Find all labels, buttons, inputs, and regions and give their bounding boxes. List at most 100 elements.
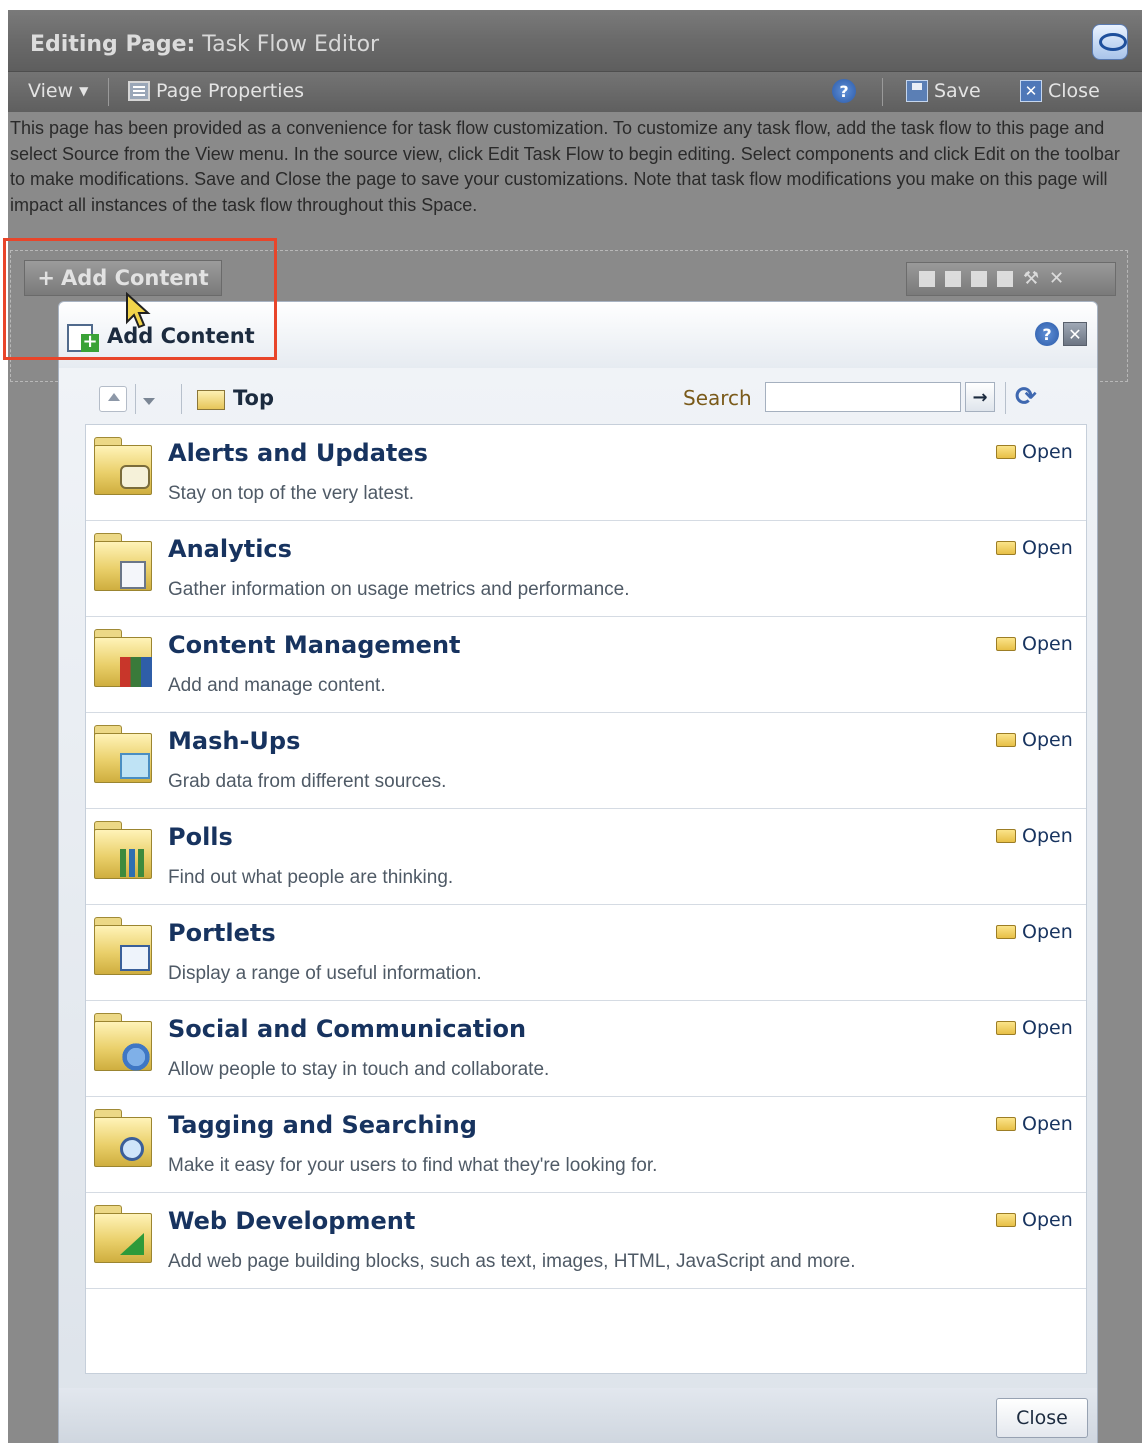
breadcrumb[interactable]: Top — [233, 386, 274, 410]
toolbar-divider — [135, 384, 136, 414]
layout-right-column-icon[interactable] — [997, 271, 1013, 287]
open-label: Open — [1022, 729, 1073, 751]
list-item: Portlets Display a range of useful infor… — [86, 905, 1086, 1001]
social-folder-icon — [94, 1013, 156, 1073]
open-link[interactable]: Open — [996, 441, 1073, 463]
open-folder-icon — [996, 637, 1016, 651]
help-button[interactable]: ? — [832, 79, 856, 103]
add-content-dialog: Add Content ? ✕ Top Search → ⟳ Alerts an… — [58, 301, 1098, 1443]
open-link[interactable]: Open — [996, 825, 1073, 847]
open-link[interactable]: Open — [996, 1017, 1073, 1039]
item-title[interactable]: Analytics — [168, 535, 292, 563]
list-item: Tagging and Searching Make it easy for y… — [86, 1097, 1086, 1193]
list-item: Analytics Gather information on usage me… — [86, 521, 1086, 617]
portlets-folder-icon — [94, 917, 156, 977]
item-title[interactable]: Mash-Ups — [168, 727, 300, 755]
item-description: Stay on top of the very latest. — [168, 483, 415, 504]
open-label: Open — [1022, 921, 1073, 943]
open-folder-icon — [996, 1117, 1016, 1131]
search-go-button[interactable]: → — [965, 382, 995, 412]
open-label: Open — [1022, 537, 1073, 559]
open-link[interactable]: Open — [996, 1209, 1073, 1231]
toolbar-divider — [1005, 382, 1006, 414]
open-link[interactable]: Open — [996, 921, 1073, 943]
up-folder-icon[interactable] — [99, 386, 127, 412]
close-button[interactable]: ✕ Close — [1020, 80, 1100, 102]
view-menu-label: View — [28, 80, 74, 102]
item-title[interactable]: Polls — [168, 823, 233, 851]
item-title[interactable]: Content Management — [168, 631, 461, 659]
open-link[interactable]: Open — [996, 1113, 1073, 1135]
open-folder-icon — [996, 829, 1016, 843]
chevron-down-icon: ▼ — [79, 84, 89, 98]
item-description: Find out what people are thinking. — [168, 867, 454, 888]
menubar-divider — [108, 78, 109, 106]
open-folder-icon — [996, 1213, 1016, 1227]
item-title[interactable]: Alerts and Updates — [168, 439, 428, 467]
open-label: Open — [1022, 633, 1073, 655]
item-title[interactable]: Portlets — [168, 919, 276, 947]
layout-single-icon[interactable] — [945, 271, 961, 287]
dialog-toolbar: Top Search → ⟳ — [85, 368, 1087, 424]
item-description: Allow people to stay in touch and collab… — [168, 1059, 550, 1080]
list-item: Alerts and Updates Stay on top of the ve… — [86, 425, 1086, 521]
mouse-cursor-icon — [126, 292, 151, 329]
item-title[interactable]: Tagging and Searching — [168, 1111, 477, 1139]
item-title[interactable]: Web Development — [168, 1207, 415, 1235]
editor-titlebar: Editing Page: Task Flow Editor — [8, 10, 1142, 72]
open-folder-icon — [996, 445, 1016, 459]
save-label: Save — [934, 80, 981, 102]
open-link[interactable]: Open — [996, 633, 1073, 655]
list-item: Web Development Add web page building bl… — [86, 1193, 1086, 1289]
item-description: Add and manage content. — [168, 675, 386, 696]
item-title[interactable]: Social and Communication — [168, 1015, 526, 1043]
open-folder-icon — [996, 925, 1016, 939]
open-folder-icon — [996, 733, 1016, 747]
content-management-folder-icon — [94, 629, 156, 689]
item-description: Add web page building blocks, such as te… — [168, 1251, 856, 1272]
open-label: Open — [1022, 441, 1073, 463]
refresh-icon[interactable]: ⟳ — [1015, 382, 1049, 414]
dialog-footer: Close — [59, 1388, 1097, 1443]
item-description: Gather information on usage metrics and … — [168, 579, 630, 600]
save-icon — [906, 80, 928, 102]
open-link[interactable]: Open — [996, 537, 1073, 559]
item-description: Grab data from different sources. — [168, 771, 447, 792]
dialog-close-button[interactable]: Close — [996, 1398, 1088, 1438]
page-title: Editing Page: Task Flow Editor — [30, 32, 379, 57]
search-label: Search — [683, 386, 752, 410]
toolbar-divider — [181, 384, 182, 414]
help-icon: ? — [832, 79, 856, 103]
oracle-logo-icon — [1092, 24, 1128, 60]
open-label: Open — [1022, 1017, 1073, 1039]
page-properties-label: Page Properties — [156, 80, 305, 102]
folder-icon — [197, 390, 225, 410]
page-properties-button[interactable]: Page Properties — [128, 80, 304, 102]
item-description: Make it easy for your users to find what… — [168, 1155, 658, 1176]
delete-icon[interactable]: ✕ — [1049, 270, 1065, 288]
open-label: Open — [1022, 825, 1073, 847]
layout-columns-icon[interactable] — [971, 271, 987, 287]
dialog-close-icon[interactable]: ✕ — [1063, 322, 1087, 346]
title-prefix: Editing Page: — [30, 32, 196, 57]
polls-folder-icon — [94, 821, 156, 881]
open-link[interactable]: Open — [996, 729, 1073, 751]
save-button[interactable]: Save — [906, 80, 981, 102]
web-development-folder-icon — [94, 1205, 156, 1265]
help-icon[interactable]: ? — [1035, 322, 1059, 346]
arrow-right-icon: → — [972, 386, 988, 408]
layout-toolbar: ⚒ ✕ — [906, 262, 1116, 296]
list-item: Social and Communication Allow people to… — [86, 1001, 1086, 1097]
page-properties-icon — [128, 81, 150, 101]
search-input[interactable] — [765, 382, 961, 412]
wrench-icon[interactable]: ⚒ — [1023, 270, 1039, 288]
list-item: Polls Find out what people are thinking.… — [86, 809, 1086, 905]
analytics-folder-icon — [94, 533, 156, 593]
chevron-down-icon[interactable] — [143, 398, 155, 411]
layout-rows-icon[interactable] — [919, 271, 935, 287]
title-page-name: Task Flow Editor — [202, 32, 380, 57]
view-menu[interactable]: View ▼ — [28, 80, 88, 102]
item-description: Display a range of useful information. — [168, 963, 482, 984]
close-icon: ✕ — [1020, 80, 1042, 102]
open-label: Open — [1022, 1113, 1073, 1135]
